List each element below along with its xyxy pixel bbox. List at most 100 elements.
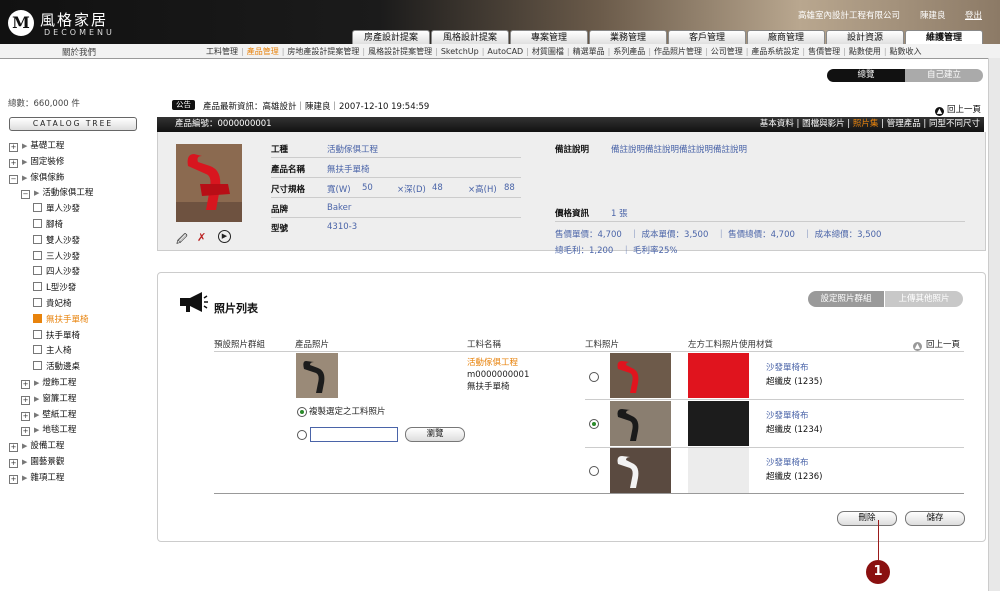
tab-maintenance[interactable]: 維護管理 bbox=[905, 30, 983, 45]
checkbox-icon[interactable] bbox=[33, 250, 42, 260]
checkbox-icon[interactable] bbox=[33, 345, 42, 355]
tree-item[interactable]: + ▶ 壁紙工程 bbox=[21, 408, 76, 421]
tree-item[interactable]: − ▶ 傢俱傢飾 bbox=[9, 171, 64, 184]
tree-item[interactable]: + ▶ 地毯工程 bbox=[21, 423, 76, 437]
upload-photo-button[interactable]: 上傳其他照片 bbox=[885, 291, 963, 307]
copy-photo-radio[interactable] bbox=[297, 407, 307, 417]
expand-icon[interactable]: + bbox=[21, 395, 30, 405]
item-photo-white[interactable] bbox=[610, 448, 671, 493]
set-photo-group-button[interactable]: 設定照片群組 bbox=[808, 291, 884, 307]
checkbox-icon[interactable] bbox=[33, 266, 42, 276]
subnav-item[interactable]: 售價管理 bbox=[808, 47, 840, 56]
item-category[interactable]: 活動傢俱工程 bbox=[467, 356, 518, 368]
tree-item[interactable]: + ▶ 窗簾工程 bbox=[21, 392, 76, 405]
collapse-icon[interactable]: − bbox=[21, 190, 30, 200]
checkbox-icon[interactable] bbox=[33, 234, 42, 244]
product-link[interactable]: 基本資料 bbox=[760, 119, 794, 129]
checkbox-icon[interactable] bbox=[33, 361, 42, 371]
tree-item[interactable]: + ▶ 燈飾工程 bbox=[21, 376, 76, 389]
material-name[interactable]: 沙發單椅布 bbox=[766, 456, 809, 468]
product-link[interactable]: 同型不同尺寸 bbox=[929, 119, 980, 129]
item-photo-red[interactable] bbox=[610, 353, 671, 398]
tree-item[interactable]: 主人椅 bbox=[33, 344, 72, 356]
item-photo-black[interactable] bbox=[610, 401, 671, 446]
material-name[interactable]: 沙發單椅布 bbox=[766, 361, 809, 373]
expand-icon[interactable]: + bbox=[9, 158, 18, 168]
checkbox-icon[interactable] bbox=[33, 298, 42, 307]
material-name[interactable]: 沙發單椅布 bbox=[766, 409, 809, 421]
upload-file-radio[interactable] bbox=[297, 430, 307, 440]
tree-item[interactable]: − ▶ 活動傢俱工程 bbox=[21, 186, 93, 200]
tree-item[interactable]: 單人沙發 bbox=[33, 202, 80, 214]
vertical-scrollbar[interactable] bbox=[988, 58, 1000, 591]
tab-vendor[interactable]: 廠商管理 bbox=[747, 30, 825, 45]
tree-item[interactable]: 三人沙發 bbox=[33, 250, 80, 262]
product-link[interactable]: 照片集 bbox=[853, 119, 879, 129]
subnav-item[interactable]: 點數收入 bbox=[890, 47, 922, 56]
expand-icon[interactable]: + bbox=[21, 380, 30, 389]
subnav-item[interactable]: SketchUp bbox=[441, 47, 479, 56]
browse-button[interactable]: 瀏覽 bbox=[405, 427, 465, 442]
subnav-item[interactable]: 作品照片管理 bbox=[654, 47, 702, 56]
tab-style-proposal[interactable]: 風格設計提案 bbox=[431, 30, 509, 45]
product-photo[interactable] bbox=[176, 144, 242, 222]
expand-icon[interactable]: + bbox=[9, 143, 18, 152]
material-radio[interactable] bbox=[589, 419, 599, 429]
tab-business[interactable]: 業務管理 bbox=[589, 30, 667, 45]
expand-icon[interactable]: + bbox=[9, 474, 18, 484]
back-link[interactable]: ▲ 回上一頁 bbox=[935, 103, 981, 116]
save-button[interactable]: 儲存 bbox=[905, 511, 965, 526]
tree-item[interactable]: 貴妃椅 bbox=[33, 297, 72, 309]
expand-icon[interactable]: + bbox=[9, 443, 18, 453]
checkbox-icon[interactable] bbox=[33, 203, 42, 213]
checkbox-icon[interactable] bbox=[33, 329, 42, 339]
logout-link[interactable]: 登出 bbox=[965, 9, 982, 21]
tree-item[interactable]: + ▶ 園藝景觀 bbox=[9, 455, 64, 468]
catalog-tree-button[interactable]: CATALOG TREE bbox=[9, 117, 137, 131]
overview-toggle[interactable]: 總覽 bbox=[827, 69, 905, 82]
material-radio[interactable] bbox=[589, 372, 599, 382]
subnav-item[interactable]: 房地產設計提案管理 bbox=[287, 47, 359, 56]
file-path-input[interactable] bbox=[310, 427, 398, 442]
subnav-item[interactable]: 公司管理 bbox=[711, 47, 743, 56]
product-photo-thumb[interactable] bbox=[296, 353, 338, 398]
tab-project[interactable]: 專案管理 bbox=[510, 30, 588, 45]
subnav-item[interactable]: 精選單品 bbox=[573, 47, 605, 56]
edit-tool-icon[interactable]: 🖉 bbox=[176, 231, 188, 250]
tab-property-proposal[interactable]: 房產設計提案 bbox=[352, 30, 430, 45]
subnav-item[interactable]: 風格設計提案管理 bbox=[368, 47, 432, 56]
subnav-item[interactable]: AutoCAD bbox=[487, 47, 523, 56]
self-built-toggle[interactable]: 自己建立 bbox=[905, 69, 983, 82]
play-icon[interactable]: ▶ bbox=[218, 230, 231, 243]
tree-item[interactable]: 活動邊桌 bbox=[33, 360, 80, 372]
tab-customer[interactable]: 客戶管理 bbox=[668, 30, 746, 45]
about-link[interactable]: 關於我們 bbox=[62, 46, 96, 58]
subnav-item[interactable]: 點數使用 bbox=[849, 47, 881, 56]
delete-button[interactable]: 刪除 bbox=[837, 511, 897, 526]
material-radio[interactable] bbox=[589, 466, 599, 476]
photo-list-back-link[interactable]: ▲ 回上一頁 bbox=[913, 338, 960, 351]
expand-icon[interactable]: + bbox=[9, 459, 18, 468]
product-link[interactable]: 圖檔與影片 bbox=[802, 119, 845, 129]
subnav-item[interactable]: 產品管理 bbox=[247, 47, 279, 56]
subnav-item[interactable]: 材質圖檔 bbox=[532, 47, 564, 56]
tab-design-resource[interactable]: 設計資源 bbox=[826, 30, 904, 45]
checkbox-icon[interactable] bbox=[33, 282, 42, 292]
checkbox-icon[interactable] bbox=[33, 219, 42, 228]
tree-item[interactable]: + ▶ 固定裝修 bbox=[9, 155, 64, 168]
product-link[interactable]: 管理產品 bbox=[887, 119, 921, 129]
tree-item[interactable]: + ▶ 設備工程 bbox=[9, 439, 64, 453]
subnav-item[interactable]: 產品系統設定 bbox=[751, 47, 799, 56]
subnav-item[interactable]: 系列產品 bbox=[613, 47, 645, 56]
tree-item[interactable]: + ▶ 雜項工程 bbox=[9, 471, 64, 484]
tree-item[interactable]: + ▶ 基礎工程 bbox=[9, 139, 64, 152]
tree-item[interactable]: L型沙發 bbox=[33, 281, 76, 293]
tree-item[interactable]: 無扶手單椅 bbox=[33, 313, 89, 325]
expand-icon[interactable]: + bbox=[21, 427, 30, 437]
delete-tool-icon[interactable]: ✗ bbox=[197, 231, 206, 244]
checkbox-icon[interactable] bbox=[33, 313, 42, 323]
subnav-item[interactable]: 工料管理 bbox=[206, 47, 238, 56]
tree-item[interactable]: 腳椅 bbox=[33, 218, 63, 230]
collapse-icon[interactable]: − bbox=[9, 174, 18, 184]
expand-icon[interactable]: + bbox=[21, 411, 30, 421]
